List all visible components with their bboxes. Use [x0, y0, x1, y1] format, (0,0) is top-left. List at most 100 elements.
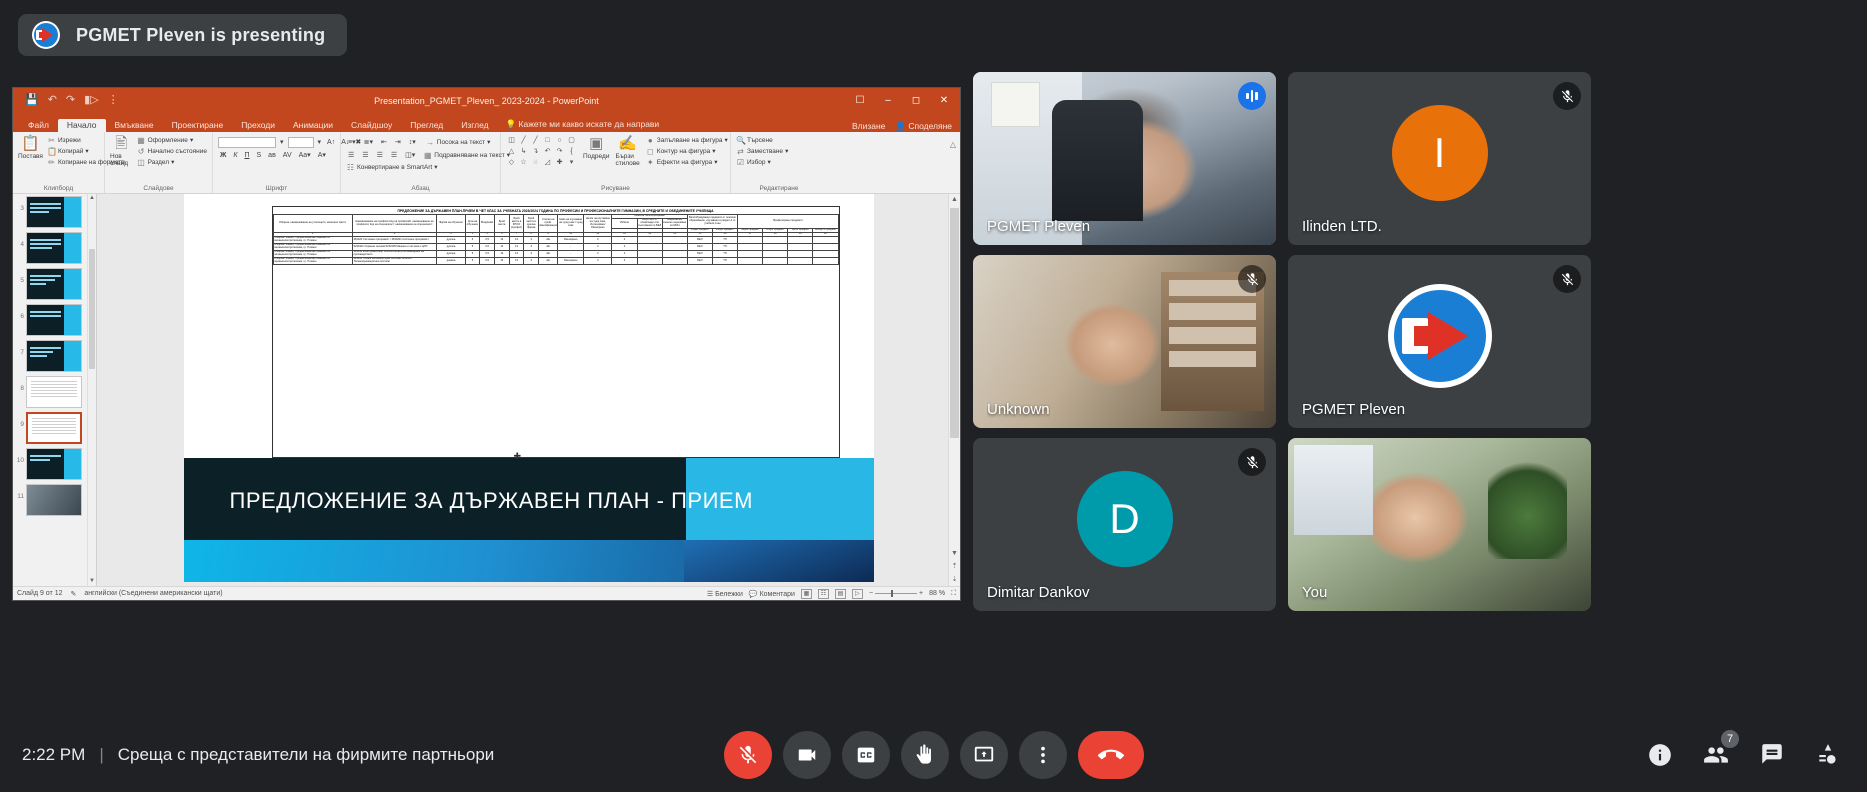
slide-thumbnail[interactable]: 4: [13, 232, 87, 264]
collapse-ribbon-icon[interactable]: △: [950, 140, 956, 149]
line-spacing-button[interactable]: ↕▾: [407, 137, 418, 148]
shape-outline-dropdown-icon[interactable]: ▾: [712, 147, 715, 157]
slide-thumbnail[interactable]: 3: [13, 196, 87, 228]
current-slide[interactable]: ПРЕДЛОЖЕНИЕ ЗА ДЪРЖАВЕН ПЛАН-ПРИЕМ В ЧЕТ…: [183, 194, 874, 582]
slide-thumbnail[interactable]: 10: [13, 448, 87, 480]
font-name-dropdown-icon[interactable]: ▾: [278, 137, 286, 148]
shape-flow-icon[interactable]: ◇: [506, 158, 517, 168]
align-center-button[interactable]: ☰: [360, 150, 370, 161]
tab-design[interactable]: Проектиране: [163, 119, 233, 133]
participants-button[interactable]: 7: [1701, 730, 1739, 770]
decrease-indent-button[interactable]: ⇤: [379, 137, 389, 148]
tab-animations[interactable]: Анимации: [284, 119, 342, 133]
leave-call-button[interactable]: [1077, 731, 1144, 779]
spellcheck-icon[interactable]: ✎: [71, 590, 77, 598]
next-slide-icon[interactable]: ⇣: [949, 574, 960, 586]
shape-fill-button[interactable]: ● Запълване на фигура ▾: [646, 136, 728, 146]
customize-qat-icon[interactable]: ⋮: [108, 95, 119, 106]
slide-thumbnail[interactable]: 6: [13, 304, 87, 336]
shape-rectangle-icon[interactable]: □: [542, 136, 553, 146]
meet-controls[interactable]: [723, 731, 1144, 779]
layout-button[interactable]: ▦ Оформление ▾: [137, 136, 207, 146]
tab-view[interactable]: Изглед: [452, 119, 497, 133]
present-now-button[interactable]: [959, 731, 1008, 779]
comments-button[interactable]: 💬 Коментари: [749, 590, 795, 598]
participant-tile-you[interactable]: You: [1288, 438, 1591, 611]
powerpoint-shared-window[interactable]: 💾 ↶ ↷ ▮▷ ⋮ Presentation_PGMET_Pleven_ 20…: [13, 88, 960, 600]
window-buttons[interactable]: ☐ – ◻ ✕: [846, 88, 960, 113]
camera-button[interactable]: [782, 731, 831, 779]
change-case-button[interactable]: Aa▾: [297, 150, 313, 161]
ribbon[interactable]: 📋 Поставя ✂ Изрежи 📋 Копирай ▾ ✏ Копиран…: [13, 132, 960, 194]
shapes-more-icon[interactable]: ▾: [566, 158, 577, 168]
more-options-button[interactable]: [1018, 731, 1067, 779]
tab-home[interactable]: Начало: [57, 118, 106, 132]
sign-in-link[interactable]: Влизане: [852, 121, 885, 132]
thumbnail-scrollbar[interactable]: ▲ ▼: [87, 194, 96, 586]
slide-sorter-icon[interactable]: ☷: [817, 588, 829, 599]
participant-tile-unknown[interactable]: Unknown: [973, 255, 1276, 428]
shapes-gallery[interactable]: ◫ ╱ ╱ □ ○ ▢ △ ↳ ↴ ↶ ↷ { ◇ ☆ ◽ ◿ ✚ ▾: [506, 136, 577, 168]
ribbon-display-options-button[interactable]: ☐: [846, 88, 874, 113]
shape-down-arrow-icon[interactable]: ↷: [554, 147, 565, 157]
captions-button[interactable]: [841, 731, 890, 779]
raise-hand-button[interactable]: [900, 731, 949, 779]
shape-star-icon[interactable]: ☆: [518, 158, 529, 168]
participant-tile-dimitar-dankov[interactable]: D Dimitar Dankov: [973, 438, 1276, 611]
shadow-button[interactable]: S: [255, 150, 264, 161]
powerpoint-status-bar[interactable]: Слайд 9 от 12 ✎ английски (Съединени аме…: [13, 586, 960, 600]
bold-button[interactable]: Ж: [218, 150, 228, 161]
scroll-up-icon[interactable]: ▲: [949, 194, 960, 206]
shape-rounded-rect-icon[interactable]: ▢: [566, 136, 577, 146]
italic-button[interactable]: К: [231, 150, 239, 161]
replace-button[interactable]: ⇄ Заместване ▾: [736, 147, 788, 157]
layout-dropdown-icon[interactable]: ▾: [190, 136, 193, 146]
share-button[interactable]: 👤 Споделяне: [895, 121, 952, 132]
tab-transitions[interactable]: Преходи: [232, 119, 284, 133]
scrollbar-thumb[interactable]: [89, 249, 95, 369]
tab-review[interactable]: Преглед: [401, 119, 452, 133]
select-button[interactable]: ☑ Избор ▾: [736, 158, 788, 168]
shape-fill-dropdown-icon[interactable]: ▾: [724, 136, 727, 146]
shape-oval-icon[interactable]: ○: [554, 136, 565, 146]
character-spacing-button[interactable]: AV: [281, 150, 294, 161]
normal-view-icon[interactable]: ▦: [800, 588, 812, 599]
shape-banner-icon[interactable]: ◿: [542, 158, 553, 168]
language-indicator[interactable]: английски (Съединени американски щати): [84, 590, 222, 597]
redo-icon[interactable]: ↷: [66, 95, 75, 106]
previous-slide-icon[interactable]: ⇡: [949, 561, 960, 573]
restore-button[interactable]: ◻: [902, 88, 930, 113]
participant-tile-pgmet-pleven[interactable]: PGMET Pleven: [973, 72, 1276, 245]
quick-styles-button[interactable]: ✍ Бързи стилове: [615, 136, 639, 168]
shape-plus-icon[interactable]: ✚: [554, 158, 565, 168]
tab-slideshow[interactable]: Слайдшоу: [342, 119, 401, 133]
slide-table[interactable]: ПРЕДЛОЖЕНИЕ ЗА ДЪРЖАВЕН ПЛАН-ПРИЕМ В ЧЕТ…: [271, 206, 840, 458]
ribbon-right-group[interactable]: Влизане 👤 Споделяне: [852, 121, 960, 132]
text-direction-dropdown-icon[interactable]: ▾: [487, 138, 490, 148]
close-button[interactable]: ✕: [930, 88, 958, 113]
minimize-button[interactable]: –: [874, 88, 902, 113]
reading-view-icon[interactable]: ▤: [834, 588, 846, 599]
font-color-button[interactable]: A▾: [316, 150, 328, 161]
paste-button[interactable]: 📋 Поставя: [18, 136, 43, 161]
justify-button[interactable]: ☰: [389, 150, 399, 161]
notes-button[interactable]: ☰ Бележки: [707, 590, 743, 598]
replace-dropdown-icon[interactable]: ▾: [785, 147, 788, 157]
underline-button[interactable]: П: [242, 150, 251, 161]
font-name-input[interactable]: [218, 137, 276, 148]
slide-thumbnail-selected[interactable]: 9: [13, 412, 87, 444]
status-right-group[interactable]: ☰ Бележки 💬 Коментари ▦ ☷ ▤ ▷ − + 88 % ⛶: [707, 588, 956, 599]
scroll-down-icon[interactable]: ▼: [88, 577, 96, 586]
text-direction-button[interactable]: → Посока на текст ▾: [426, 138, 490, 148]
increase-indent-button[interactable]: ⇥: [393, 137, 403, 148]
start-slideshow-icon[interactable]: ▮▷: [84, 95, 99, 106]
convert-smartart-button[interactable]: ☷ Конвертиране в SmartArt ▾: [346, 163, 495, 173]
zoom-in-icon[interactable]: +: [919, 590, 923, 597]
fit-to-window-icon[interactable]: ⛶: [951, 590, 956, 598]
shape-freeform-icon[interactable]: ↴: [530, 147, 541, 157]
shape-line-icon[interactable]: ╱: [518, 136, 529, 146]
new-slide-button[interactable]: 🖹 Нов слайд: [110, 136, 133, 168]
section-button[interactable]: ◫ Раздел ▾: [137, 158, 207, 168]
numbering-button[interactable]: ≣▾: [362, 137, 375, 148]
shape-effects-dropdown-icon[interactable]: ▾: [714, 158, 717, 168]
